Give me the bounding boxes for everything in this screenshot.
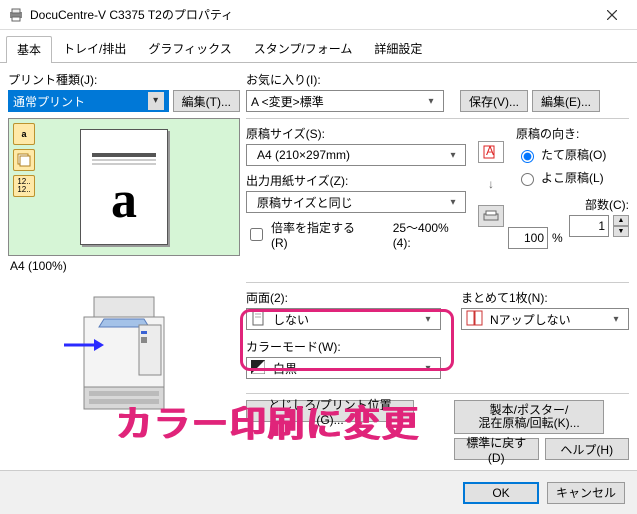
nup-value: Nアップしない xyxy=(490,311,571,328)
chevron-down-icon: ▾ xyxy=(445,197,461,208)
favorite-save-button[interactable]: 保存(V)... xyxy=(460,90,528,112)
chevron-down-icon: ▾ xyxy=(445,150,461,161)
nup-select[interactable]: Nアップしない ▾ xyxy=(461,308,629,330)
print-type-value: 通常プリント xyxy=(13,93,85,110)
arrow-down-icon: ↓ xyxy=(488,177,494,191)
copies-input[interactable] xyxy=(569,215,609,237)
orig-size-label: 原稿サイズ(S): xyxy=(246,125,466,142)
color-mode-label: カラーモード(W): xyxy=(246,338,441,355)
defaults-button[interactable]: 標準に戻す(D) xyxy=(454,438,539,460)
chevron-down-icon: ▾ xyxy=(423,96,439,107)
preview-pane: a 12..12.. a xyxy=(8,118,240,256)
preview-page: a xyxy=(80,129,168,245)
preview-size-label: A4 (100%) xyxy=(8,256,240,276)
svg-text:A: A xyxy=(486,145,494,158)
orig-size-select[interactable]: A4 (210×297mm) ▾ xyxy=(246,144,466,166)
orient-landscape-label: よこ原稿(L) xyxy=(541,169,604,186)
preview-glyph: a xyxy=(88,171,160,230)
ratio-range-label: 25～400%(4): xyxy=(393,219,466,250)
ratio-input[interactable] xyxy=(508,227,548,249)
dialog-footer: OK キャンセル xyxy=(0,470,637,514)
booklet-poster-button[interactable]: 製本/ポスター/ 混在原稿/回転(K)... xyxy=(454,400,604,434)
favorite-edit-button[interactable]: 編集(E)... xyxy=(532,90,600,112)
nup-icon xyxy=(466,310,484,329)
color-mode-select[interactable]: 白黒 ▾ xyxy=(246,357,441,379)
printer-illustration xyxy=(8,282,240,422)
copies-label: 部数(C): xyxy=(516,196,629,213)
close-button[interactable] xyxy=(589,1,635,29)
tab-1[interactable]: トレイ/排出 xyxy=(52,35,137,62)
tab-2[interactable]: グラフィックス xyxy=(137,35,242,62)
nup-label: まとめて1枚(N): xyxy=(461,289,629,306)
out-tray-button[interactable] xyxy=(478,205,504,227)
tab-3[interactable]: スタンプ/フォーム xyxy=(243,35,364,62)
ok-button[interactable]: OK xyxy=(463,482,539,504)
chevron-down-icon: ▾ xyxy=(420,314,436,325)
out-size-value: 原稿サイズと同じ xyxy=(251,194,353,211)
favorite-select[interactable]: A <変更>標準 ▾ xyxy=(246,90,444,112)
copies-spinner[interactable]: ▲▼ xyxy=(613,215,629,237)
print-type-label: プリント種類(J): xyxy=(8,71,240,88)
preview-thumb-a-icon[interactable]: a xyxy=(13,123,35,145)
page-icon xyxy=(251,310,267,329)
binding-position-button[interactable]: とじしろ/プリント位置(G)... xyxy=(246,400,414,422)
preview-multi-icon[interactable] xyxy=(13,149,35,171)
bw-icon xyxy=(251,360,265,377)
orientation-label: 原稿の向き: xyxy=(516,125,629,142)
tabbar: 基本トレイ/排出グラフィックススタンプ/フォーム詳細設定 xyxy=(0,33,637,63)
ratio-unit: % xyxy=(552,231,563,245)
duplex-label: 両面(2): xyxy=(246,289,441,306)
window-titlebar: DocuCentre-V C3375 T2のプロパティ xyxy=(0,0,637,30)
orient-landscape-radio[interactable] xyxy=(521,173,534,186)
duplex-select[interactable]: しない ▾ xyxy=(246,308,441,330)
ratio-check-label: 倍率を指定する(R) xyxy=(271,219,371,250)
orig-size-value: A4 (210×297mm) xyxy=(251,148,350,162)
chevron-down-icon: ▾ xyxy=(148,92,164,110)
out-size-select[interactable]: 原稿サイズと同じ ▾ xyxy=(246,191,466,213)
tab-4[interactable]: 詳細設定 xyxy=(363,35,433,62)
favorite-value: A <変更>標準 xyxy=(251,93,324,110)
printer-icon xyxy=(8,7,24,23)
out-size-label: 出力用紙サイズ(Z): xyxy=(246,172,466,189)
chevron-down-icon: ▾ xyxy=(420,363,436,374)
orient-portrait-label: たて原稿(O) xyxy=(541,146,606,163)
duplex-value: しない xyxy=(273,311,309,328)
favorite-label: お気に入り(I): xyxy=(246,71,629,88)
preview-numbers-icon[interactable]: 12..12.. xyxy=(13,175,35,197)
chevron-down-icon: ▾ xyxy=(608,314,624,325)
color-mode-value: 白黒 xyxy=(273,360,297,377)
cancel-button[interactable]: キャンセル xyxy=(547,482,625,504)
window-title: DocuCentre-V C3375 T2のプロパティ xyxy=(30,6,589,23)
print-type-edit-button[interactable]: 編集(T)... xyxy=(173,90,240,112)
help-button[interactable]: ヘルプ(H) xyxy=(545,438,630,460)
tab-0[interactable]: 基本 xyxy=(6,36,52,63)
ratio-checkbox[interactable] xyxy=(250,228,263,241)
orig-size-info-button[interactable]: A xyxy=(478,141,504,163)
orient-portrait-radio[interactable] xyxy=(521,150,534,163)
print-type-select[interactable]: 通常プリント ▾ xyxy=(8,90,169,112)
